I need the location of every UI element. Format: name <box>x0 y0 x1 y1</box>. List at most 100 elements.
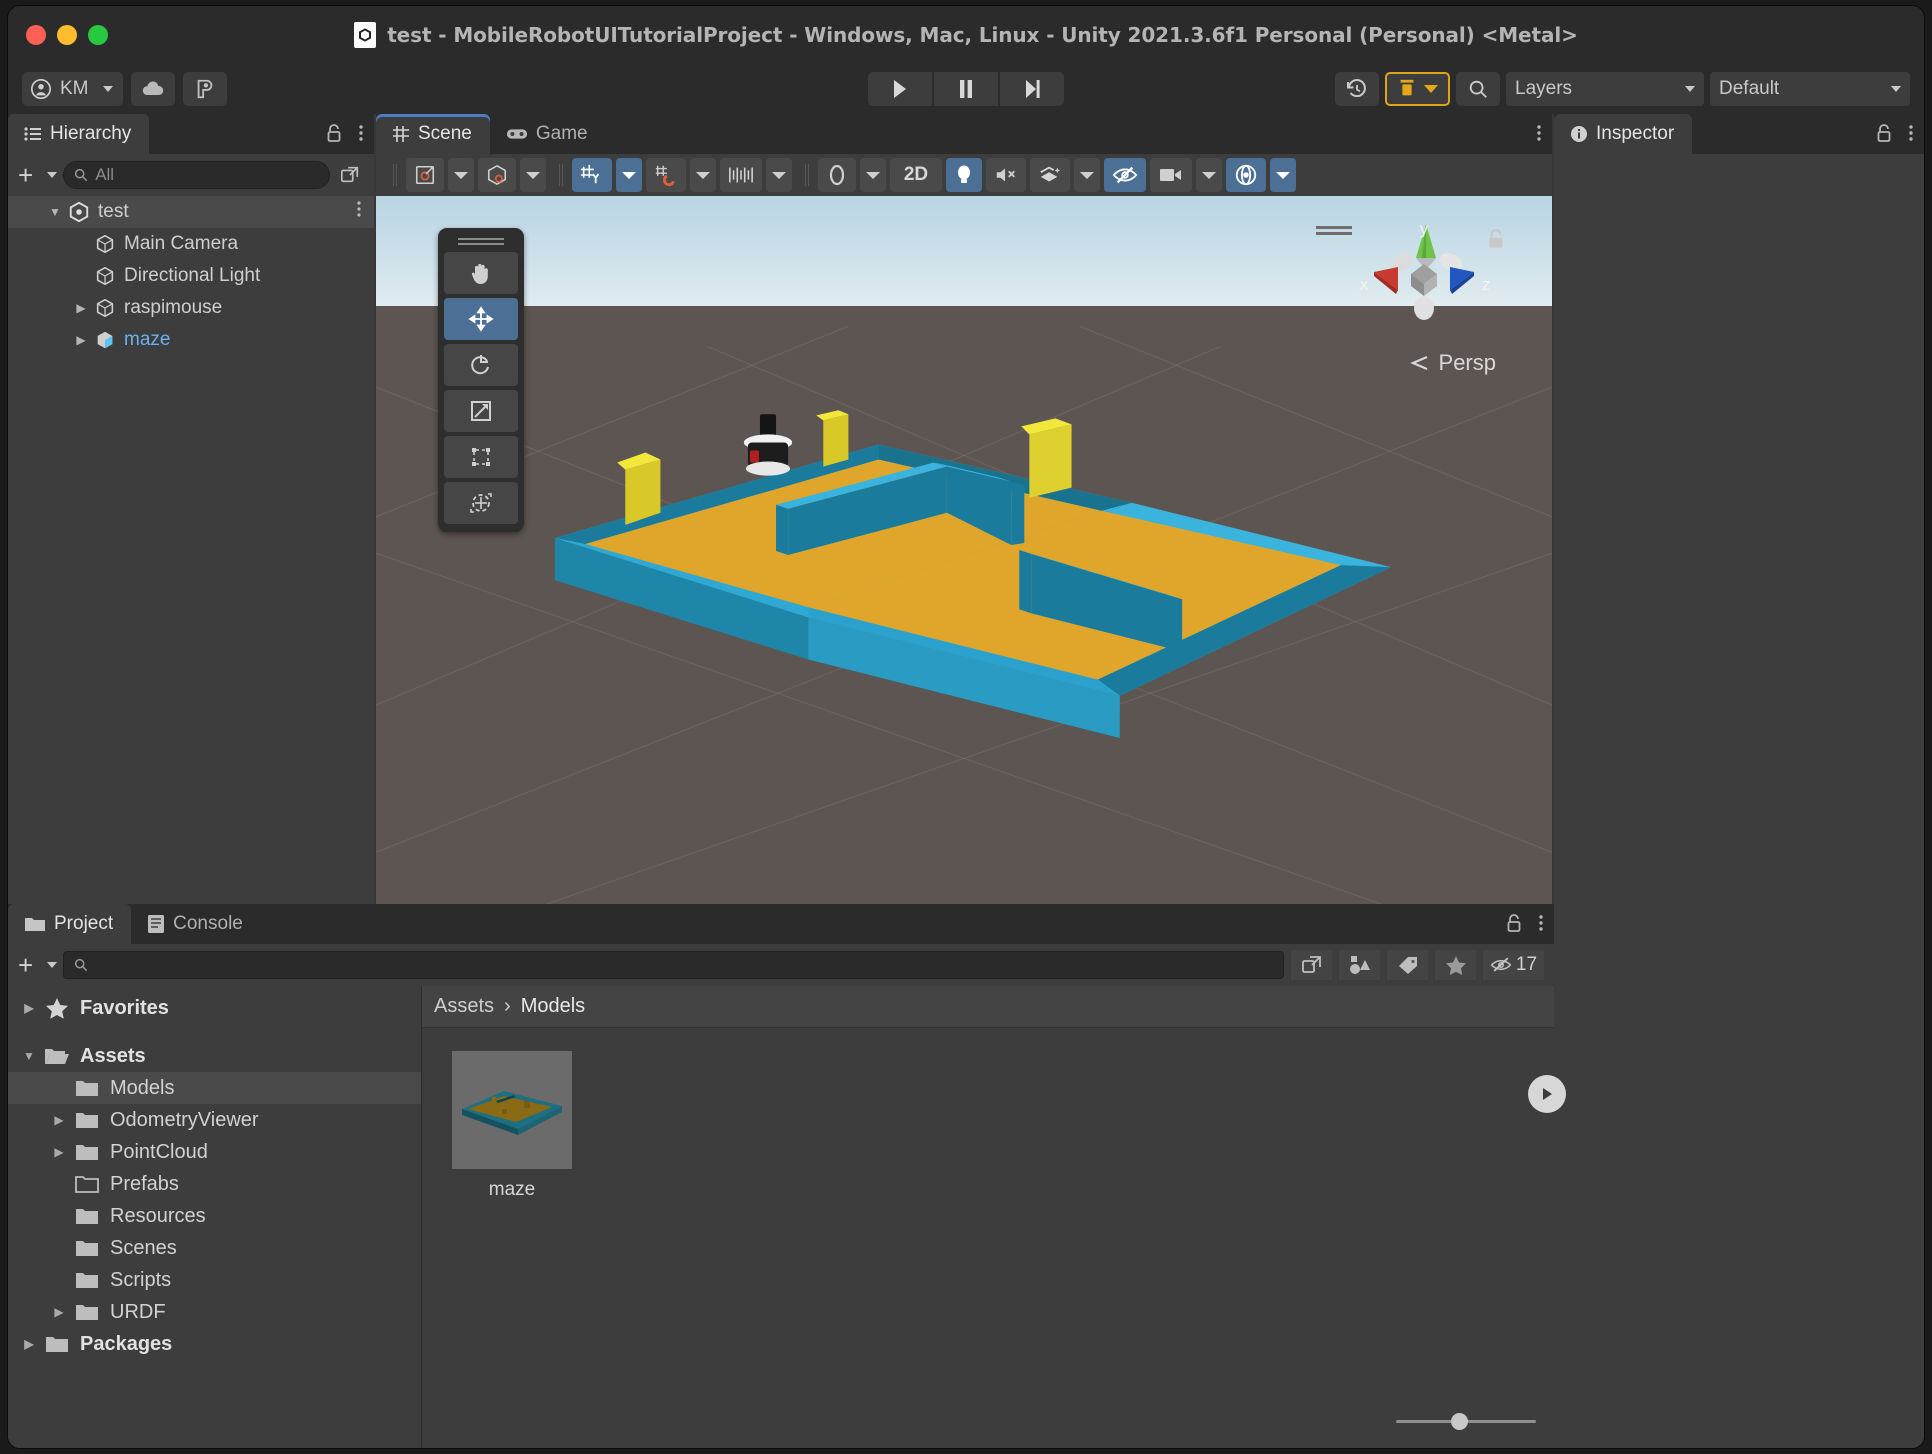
asset-preview-play-button[interactable] <box>1528 1075 1566 1113</box>
breadcrumb-root[interactable]: Assets <box>434 995 494 1018</box>
hierarchy-item-main-camera[interactable]: Main Camera <box>8 228 374 260</box>
play-button[interactable] <box>868 72 932 106</box>
rect-tool-button[interactable] <box>444 436 518 478</box>
scale-tool-button[interactable] <box>444 390 518 432</box>
filter-by-label-button[interactable] <box>1386 950 1428 980</box>
scene-fx-dropdown[interactable] <box>1074 158 1100 192</box>
expand-arrow-icon[interactable]: ▼ <box>16 1049 42 1063</box>
grid-snap-dropdown[interactable] <box>690 158 716 192</box>
asset-zoom-slider[interactable] <box>1396 1408 1536 1434</box>
project-tree-item-pointcloud[interactable]: ▶ PointCloud <box>8 1136 421 1168</box>
lock-open-icon[interactable] <box>1876 123 1894 143</box>
grid-axis-button[interactable] <box>572 158 612 192</box>
lock-open-icon[interactable] <box>1506 913 1524 933</box>
scene-orientation-gizmo[interactable]: y x z Persp <box>1316 212 1516 382</box>
scene-viewport[interactable]: y x z Persp <box>376 196 1552 904</box>
lock-open-icon[interactable] <box>1486 228 1508 257</box>
camera-settings-dropdown[interactable] <box>1196 158 1222 192</box>
tab-scene[interactable]: Scene <box>376 114 490 154</box>
gizmo-drag-handle[interactable] <box>1316 226 1352 235</box>
hierarchy-search-input[interactable]: All <box>63 161 330 189</box>
expand-arrow-icon[interactable]: ▶ <box>70 301 92 315</box>
cloud-button[interactable] <box>130 72 175 106</box>
scene-audio-button[interactable] <box>986 158 1026 192</box>
project-tree-item-favorites[interactable]: ▶ Favorites <box>8 992 421 1024</box>
scene-gizmos-dropdown[interactable] <box>1270 158 1296 192</box>
rotate-tool-button[interactable] <box>444 344 518 386</box>
tab-inspector[interactable]: Inspector <box>1554 114 1693 154</box>
scene-lighting-button[interactable] <box>946 158 982 192</box>
kebab-menu-icon[interactable] <box>1536 123 1542 143</box>
zoom-button[interactable] <box>88 25 108 45</box>
layer-visibility-button[interactable] <box>1385 72 1450 106</box>
step-button[interactable] <box>1000 72 1064 106</box>
open-in-new-window-button[interactable] <box>1290 950 1332 980</box>
project-tree-item-packages[interactable]: ▶ Packages <box>8 1328 421 1360</box>
project-search-input[interactable] <box>63 951 1284 979</box>
project-tree-item-scenes[interactable]: Scenes <box>8 1232 421 1264</box>
expand-arrow-icon[interactable]: ▶ <box>46 1113 72 1127</box>
move-tool-button[interactable] <box>444 298 518 340</box>
scene-gizmos-button[interactable] <box>1226 158 1266 192</box>
collab-button[interactable] <box>182 72 227 106</box>
kebab-menu-icon[interactable] <box>356 200 362 224</box>
project-add-button[interactable]: + <box>18 950 58 981</box>
grid-axis-dropdown[interactable] <box>616 158 642 192</box>
kebab-menu-icon[interactable] <box>358 123 364 143</box>
project-tree-item-odometryviewer[interactable]: ▶ OdometryViewer <box>8 1104 421 1136</box>
projection-mode[interactable]: Persp <box>1409 350 1496 376</box>
close-button[interactable] <box>26 25 46 45</box>
project-tree-item-urdf[interactable]: ▶ URDF <box>8 1296 421 1328</box>
tab-hierarchy[interactable]: Hierarchy <box>8 114 150 154</box>
hand-tool-button[interactable] <box>444 252 518 294</box>
zoom-slider-knob[interactable] <box>1451 1412 1469 1430</box>
hierarchy-item-raspimouse[interactable]: ▶ raspimouse <box>8 292 374 324</box>
kebab-menu-icon[interactable] <box>1538 913 1544 933</box>
project-tree-item-resources[interactable]: Resources <box>8 1200 421 1232</box>
lock-open-icon[interactable] <box>326 123 344 143</box>
expand-arrow-icon[interactable]: ▼ <box>44 205 66 219</box>
expand-arrow-icon[interactable]: ▶ <box>16 1337 42 1351</box>
hierarchy-item-directional-light[interactable]: Directional Light <box>8 260 374 292</box>
scene-visibility-button[interactable] <box>1104 158 1146 192</box>
asset-thumbnail[interactable] <box>452 1051 572 1169</box>
project-tree-item-models[interactable]: Models <box>8 1072 421 1104</box>
expand-arrow-icon[interactable]: ▶ <box>16 1001 42 1015</box>
draw-mode-button[interactable] <box>406 158 444 192</box>
layers-dropdown[interactable]: Layers <box>1506 72 1704 106</box>
kebab-menu-icon[interactable] <box>1908 123 1914 143</box>
gizmo-visibility-dropdown[interactable] <box>860 158 886 192</box>
camera-settings-button[interactable] <box>1150 158 1192 192</box>
draw-mode-dropdown[interactable] <box>448 158 474 192</box>
expand-arrow-icon[interactable]: ▶ <box>46 1145 72 1159</box>
palette-drag-handle[interactable] <box>444 234 518 248</box>
toggle-2d-button[interactable]: 2D <box>890 158 942 192</box>
hierarchy-add-button[interactable]: + <box>18 160 58 191</box>
pause-button[interactable] <box>934 72 998 106</box>
gizmos-2d3d-button[interactable] <box>478 158 516 192</box>
hierarchy-search-mode-button[interactable] <box>336 161 364 189</box>
transform-tool-button[interactable] <box>444 482 518 524</box>
minimize-button[interactable] <box>57 25 77 45</box>
hierarchy-item-maze[interactable]: ▶ maze <box>8 324 374 356</box>
tab-console[interactable]: Console <box>131 904 261 944</box>
project-tree-item-prefabs[interactable]: Prefabs <box>8 1168 421 1200</box>
favorites-star-button[interactable] <box>1434 950 1476 980</box>
hidden-packages-button[interactable]: 17 <box>1482 950 1544 980</box>
tab-game[interactable]: Game <box>490 114 606 154</box>
account-button[interactable]: KM <box>22 72 123 106</box>
undo-history-button[interactable] <box>1335 72 1379 106</box>
filter-by-type-button[interactable] <box>1338 950 1380 980</box>
expand-arrow-icon[interactable]: ▶ <box>46 1305 72 1319</box>
tab-project[interactable]: Project <box>8 904 132 944</box>
hierarchy-item-test[interactable]: ▼ test <box>8 196 374 228</box>
project-tree-item-scripts[interactable]: Scripts <box>8 1264 421 1296</box>
toolbar-search-button[interactable] <box>1456 72 1500 106</box>
project-tree-item-assets[interactable]: ▼ Assets <box>8 1040 421 1072</box>
asset-item[interactable]: maze <box>452 1051 1566 1201</box>
gizmos-2d3d-dropdown[interactable] <box>520 158 546 192</box>
gizmo-visibility-button[interactable] <box>818 158 856 192</box>
scene-fx-button[interactable] <box>1030 158 1070 192</box>
grid-size-button[interactable] <box>720 158 762 192</box>
grid-snap-button[interactable] <box>646 158 686 192</box>
